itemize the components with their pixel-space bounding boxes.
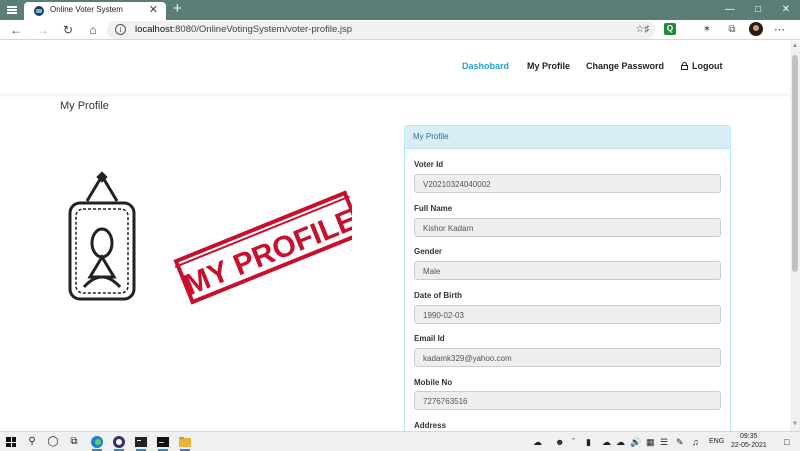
page-scrollbar[interactable]: ▲ ▼ (790, 41, 800, 431)
collections-icon[interactable]: ⧉ (725, 23, 739, 37)
home-icon[interactable]: ⌂ (85, 22, 101, 38)
battery-icon[interactable]: ▮ (586, 436, 591, 448)
windows-start-icon[interactable] (6, 437, 16, 447)
date-of-birth-field[interactable]: 1990-02-03 (414, 305, 721, 324)
site-favicon-icon (34, 6, 44, 16)
panel-heading: My Profile (405, 126, 730, 149)
clock-date[interactable]: 22-05-2021 (731, 442, 767, 449)
nav-link-my-profile[interactable]: My Profile (527, 61, 570, 71)
weather-icon[interactable]: ☁ (533, 436, 542, 448)
full-name-field[interactable]: Kishor Kadam (414, 218, 721, 237)
mobile-no-field[interactable]: 7276763516 (414, 391, 721, 410)
full-name-label: Full Name (414, 204, 453, 213)
scroll-up-icon[interactable]: ▲ (792, 43, 798, 49)
address-bar[interactable]: i localhost:8080/OnlineVotingSystem/vote… (107, 21, 655, 39)
nav-link-logout[interactable]: Logout (681, 61, 723, 71)
maximize-button[interactable]: □ (744, 0, 772, 20)
speaker-icon[interactable]: ♫ (692, 436, 699, 448)
tab-title: Online Voter System (50, 5, 123, 14)
search-icon[interactable]: ⚲ (25, 435, 39, 449)
browser-toolbar: ← → ↻ ⌂ i localhost:8080/OnlineVotingSys… (0, 20, 800, 40)
stamp-text: MY PROFILE (180, 203, 352, 302)
page-title: My Profile (60, 100, 109, 112)
browser-tab-strip: Online Voter System ✕ + — □ ✕ (0, 0, 800, 20)
tab-actions-menu-icon[interactable] (4, 2, 20, 18)
gender-label: Gender (414, 247, 443, 256)
page-viewport: Dashobard My Profile Change Password Log… (0, 41, 790, 431)
cortana-icon[interactable]: ◯ (46, 435, 60, 449)
app-icon-eclipse[interactable] (111, 434, 127, 451)
profile-avatar[interactable] (749, 22, 763, 36)
mobile-no-label: Mobile No (414, 378, 453, 387)
task-view-icon[interactable]: ⧉ (67, 435, 81, 449)
address-label: Address (414, 421, 447, 430)
profile-panel: My Profile Voter Id V20210324040002 Full… (404, 125, 731, 431)
windows-taskbar: ⚲ ◯ ⧉ ☁ ☻ ˆ ▮ ☁ ☁ 🔊 ▦ ☰ ✎ ♫ ENG 09:35 22… (0, 431, 800, 451)
date-of-birth-label: Date of Birth (414, 291, 462, 300)
file-explorer-icon[interactable] (177, 434, 193, 451)
cloud-icon[interactable]: ☁ (602, 436, 611, 448)
scroll-down-icon[interactable]: ▼ (792, 421, 798, 427)
my-profile-stamp: MY PROFILE (173, 190, 352, 305)
site-navbar: Dashobard My Profile Change Password Log… (0, 41, 790, 94)
browser-tab-active[interactable]: Online Voter System ✕ (24, 2, 166, 20)
email-id-field[interactable]: kadamk329@yahoo.com (414, 348, 721, 367)
lock-icon (681, 62, 688, 70)
favorites-icon[interactable]: ✶ (700, 23, 714, 37)
email-id-label: Email Id (414, 334, 445, 343)
user-badge-icon (68, 171, 136, 301)
command-prompt-icon[interactable] (155, 434, 171, 451)
refresh-icon[interactable]: ↻ (60, 22, 76, 38)
url-text[interactable]: localhost:8080/OnlineVotingSystem/voter-… (135, 24, 352, 35)
gender-field[interactable]: Male (414, 261, 721, 280)
site-info-icon[interactable]: i (115, 24, 126, 35)
logout-label: Logout (692, 61, 723, 71)
my-profile-illustration: MY PROFILE (68, 171, 352, 305)
forward-arrow-icon[interactable]: → (35, 22, 51, 38)
terminal-icon[interactable] (133, 434, 149, 451)
voter-id-field[interactable]: V20210324040002 (414, 174, 721, 193)
nav-link-dashboard[interactable]: Dashobard (462, 61, 509, 71)
network-icon[interactable]: ▦ (646, 436, 655, 448)
read-aloud-icon[interactable]: ♯ (640, 23, 654, 37)
volume-icon[interactable]: 🔊 (630, 436, 641, 448)
voter-id-label: Voter Id (414, 160, 444, 169)
nav-link-change-password[interactable]: Change Password (586, 61, 664, 71)
edge-browser-icon[interactable] (89, 434, 105, 451)
people-icon[interactable]: ☻ (555, 436, 564, 448)
extension-icon[interactable]: Q (664, 23, 676, 35)
notifications-icon[interactable]: □ (784, 436, 789, 448)
tab-close-icon[interactable]: ✕ (149, 3, 158, 17)
pen-icon[interactable]: ✎ (676, 436, 684, 448)
back-arrow-icon[interactable]: ← (8, 22, 24, 38)
clock-time[interactable]: 09:35 (740, 433, 758, 440)
more-menu-icon[interactable]: ⋯ (774, 23, 786, 36)
new-tab-button[interactable]: + (173, 0, 182, 18)
window-close-button[interactable]: ✕ (772, 0, 800, 20)
scrollbar-thumb[interactable] (792, 55, 798, 272)
wifi-icon[interactable]: ☰ (660, 436, 668, 448)
minimize-button[interactable]: — (716, 0, 744, 20)
language-indicator[interactable]: ENG (709, 438, 724, 445)
show-hidden-icons-icon[interactable]: ˆ (572, 436, 575, 448)
onedrive-icon[interactable]: ☁ (616, 436, 625, 448)
